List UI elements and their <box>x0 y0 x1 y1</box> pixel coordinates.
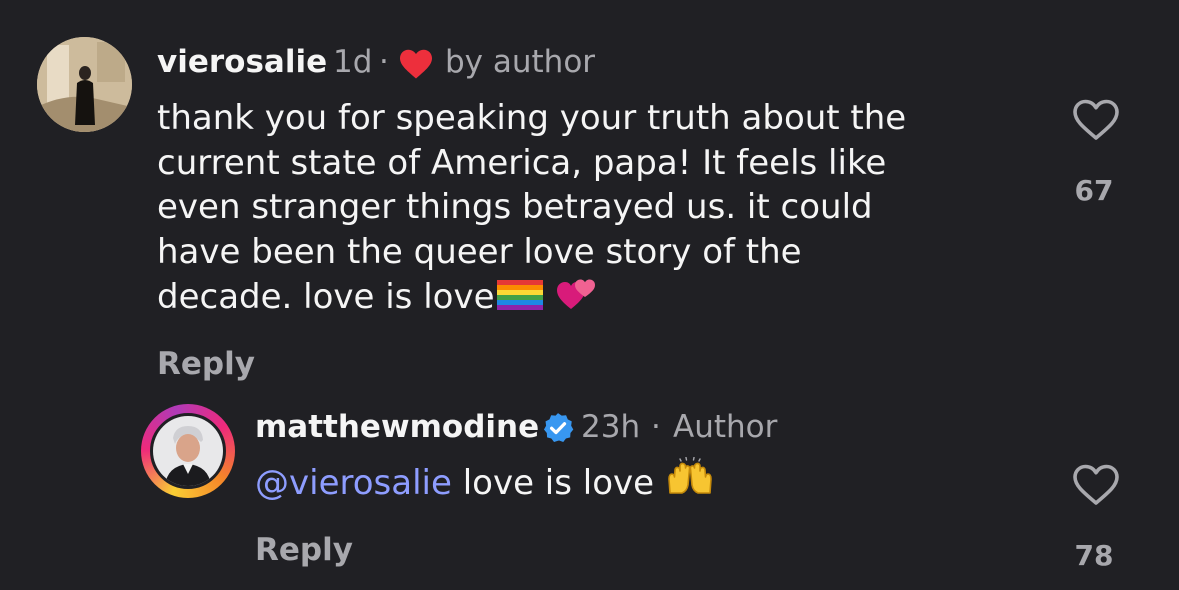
reply-timestamp: 23h <box>581 409 641 445</box>
raising-hands-icon <box>666 456 714 503</box>
liked-by-author-label: by author <box>445 44 596 80</box>
avatar-photo-icon <box>153 416 223 486</box>
comment-last-line: decade. love is love <box>157 277 597 317</box>
reply-button[interactable]: Reply <box>157 349 255 380</box>
rainbow-flag-icon <box>496 278 543 316</box>
like-count: 78 <box>1074 539 1114 572</box>
comment-text-line: even stranger things betrayed us. it cou… <box>157 187 873 227</box>
reply-text-body: love is love <box>451 463 655 503</box>
two-hearts-icon <box>556 275 597 317</box>
avatar-photo-icon <box>37 37 132 132</box>
comment-timestamp: 1d <box>333 44 373 80</box>
mention-link[interactable]: @vierosalie <box>255 463 452 503</box>
meta-separator: · <box>651 409 661 445</box>
reply-text: @vierosalie love is love <box>255 456 714 503</box>
author-liked-heart-icon <box>398 48 434 84</box>
like-heart-icon[interactable] <box>1072 98 1120 142</box>
avatar[interactable] <box>150 413 226 489</box>
comments-screen: vierosalie 1d · by author thank you for … <box>0 0 1179 590</box>
avatar[interactable] <box>37 37 132 132</box>
author-badge: Author <box>673 409 778 445</box>
comment-text-line: have been the queer love story of the <box>157 232 802 272</box>
reply-username[interactable]: matthewmodine <box>255 412 539 443</box>
reply-button[interactable]: Reply <box>255 535 353 566</box>
comment-text-line: current state of America, papa! It feels… <box>157 143 887 183</box>
verified-badge-icon <box>541 411 575 449</box>
like-count: 67 <box>1074 174 1114 207</box>
comment-text-line: thank you for speaking your truth about … <box>157 98 907 138</box>
like-heart-icon[interactable] <box>1072 463 1120 507</box>
comment-username[interactable]: vierosalie <box>157 47 327 78</box>
meta-separator: · <box>379 44 389 80</box>
comment-text-line: decade. love is love <box>157 277 495 317</box>
